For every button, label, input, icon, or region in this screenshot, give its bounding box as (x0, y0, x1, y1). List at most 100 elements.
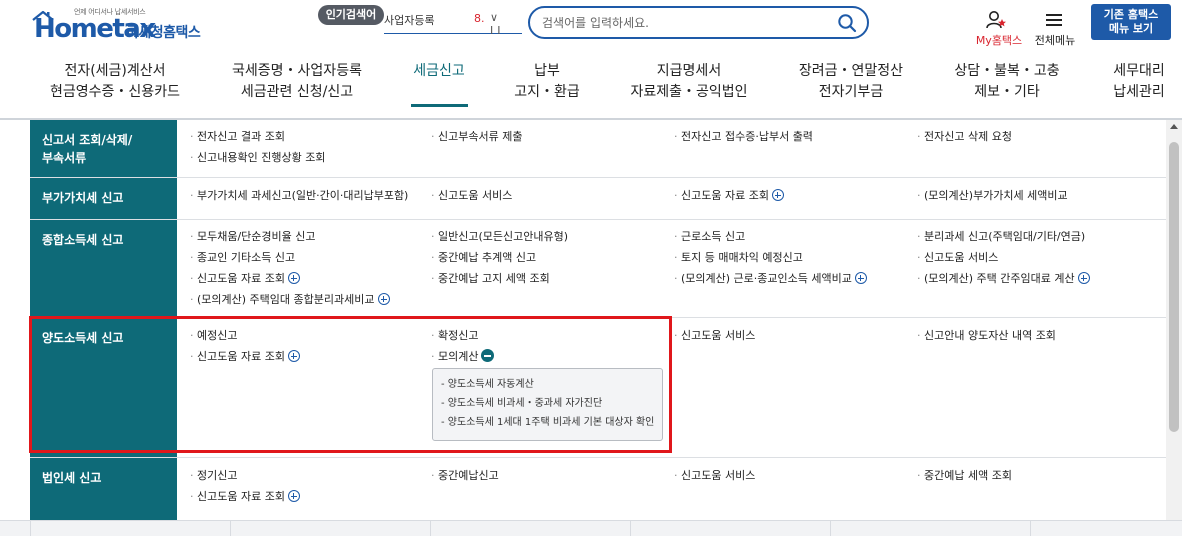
hometax-logo[interactable]: 언제 어디서나 납세서비스 Hometax 국세청홈택스 (30, 6, 205, 44)
gnb-label: 국세증명・사업자등록 (232, 63, 362, 79)
menu-link-label: (모의계산) 주택임대 종합분리과세비교 (197, 293, 375, 306)
gnb-e-invoice[interactable]: 전자(세금)계산서 현금영수증・신용카드 (50, 61, 180, 103)
popular-keyword[interactable]: 사업자등록 (384, 12, 435, 28)
expand-plus-icon[interactable] (377, 293, 390, 305)
menu-link[interactable]: 분리과세 신고(주택임대/기타/연금) (917, 226, 1085, 247)
red-highlight-box (29, 316, 672, 453)
roller-controls[interactable]: ∨ II (490, 11, 522, 37)
gnb-payment[interactable]: 납부 고지・환급 (505, 61, 589, 103)
user-star-icon (986, 11, 1006, 29)
myhometax-button[interactable]: My홈택스 (976, 10, 1022, 47)
row-heading: 부가가치세 신고 (30, 178, 177, 219)
gnb-label: 전자기부금 (818, 84, 884, 100)
top-header: 언제 어디서나 납세서비스 Hometax 국세청홈택스 인기검색어 사업자등록… (0, 0, 1182, 50)
row-heading: 법인세 신고 (30, 458, 177, 520)
search-box (528, 6, 869, 39)
gnb-label: 전자(세금)계산서 (64, 63, 166, 79)
popular-keyword-roller[interactable]: 사업자등록 8. ∨ II (384, 10, 522, 37)
menu-row-corporate-tax: 법인세 신고 정기신고 중간예납신고 신고도움 서비스 중간예납 세액 조회 신… (30, 458, 1166, 520)
expand-plus-icon[interactable] (287, 272, 300, 284)
gnb-label: 세금관련 신청/신고 (240, 84, 354, 100)
menu-link-expandable[interactable]: (모의계산) 주택 간주임대료 계산 (917, 268, 1090, 289)
menu-link[interactable]: 중간예납 세액 조회 (917, 465, 1012, 486)
menu-link-expandable[interactable]: (모의계산) 주택임대 종합분리과세비교 (190, 289, 390, 310)
popular-keywords-label: 인기검색어 (318, 5, 384, 25)
menu-link-expandable[interactable]: (모의계산) 근로·종교인소득 세액비교 (674, 268, 867, 289)
menu-link[interactable]: 전자신고 접수증·납부서 출력 (674, 126, 813, 147)
expand-plus-icon[interactable] (287, 490, 300, 502)
menu-link[interactable]: 신고도움 서비스 (431, 185, 512, 206)
main-navigation: 전자(세금)계산서 현금영수증・신용카드 국세증명・사업자등록 세금관련 신청/… (0, 50, 1182, 120)
expand-plus-icon[interactable] (1077, 272, 1090, 284)
gnb-label: 납부 (534, 63, 560, 79)
left-margin (0, 120, 30, 520)
scrollbar-thumb[interactable] (1169, 142, 1179, 432)
old-hometax-menu-button[interactable]: 기존 홈택스 메뉴 보기 (1091, 4, 1171, 40)
menu-link-label: (모의계산) 근로·종교인소득 세액비교 (681, 272, 852, 285)
gnb-payment-statement[interactable]: 지급명세서 자료제출・공익법인 (620, 61, 758, 103)
menu-link[interactable]: 신고도움 서비스 (674, 325, 755, 346)
menu-link[interactable]: 중간예납신고 (431, 465, 499, 486)
search-icon[interactable] (837, 13, 857, 33)
logo-subtitle: 국세청홈택스 (126, 25, 201, 41)
expand-plus-icon[interactable] (854, 272, 867, 284)
menu-link-label: (모의계산) 주택 간주임대료 계산 (924, 272, 1075, 285)
bottom-strip (0, 520, 1182, 536)
old-hometax-label-line1: 기존 홈택스 (1103, 8, 1159, 21)
menu-link-expandable[interactable]: 신고도움 자료 조회 (674, 185, 784, 206)
hometax-page: 언제 어디서나 납세서비스 Hometax 국세청홈택스 인기검색어 사업자등록… (0, 0, 1182, 536)
menu-link-expandable[interactable]: 신고도움 자료 조회 (190, 268, 300, 289)
gnb-consultation[interactable]: 상담・불복・고충 제보・기타 (946, 61, 1068, 103)
menu-link[interactable]: (모의계산)부가가치세 세액비교 (917, 185, 1068, 206)
menu-link[interactable]: 부가가치세 과세신고(일반·간이·대리납부포함) (190, 185, 408, 206)
menu-link[interactable]: 토지 등 매매차익 예정신고 (674, 247, 803, 268)
menu-link[interactable]: 근로소득 신고 (674, 226, 745, 247)
gnb-tax-agent[interactable]: 세무대리 납세관리 (1104, 61, 1174, 103)
all-menu-button[interactable]: 전체메뉴 (1031, 10, 1079, 47)
gnb-label: 상담・불복・고충 (954, 63, 1060, 79)
menu-row-vat: 부가가치세 신고 부가가치세 과세신고(일반·간이·대리납부포함) 신고도움 서… (30, 178, 1166, 220)
search-input[interactable] (542, 14, 822, 32)
menu-link-expandable[interactable]: 신고도움 자료 조회 (190, 486, 300, 507)
gnb-label: 납세관리 (1113, 84, 1165, 100)
menu-link[interactable]: 신고도움 서비스 (917, 247, 998, 268)
gnb-label: 지급명세서 (656, 63, 722, 79)
gnb-label: 제보・기타 (974, 84, 1040, 100)
popular-keyword-rank: 8. (474, 12, 485, 25)
menu-link[interactable]: 중간예납 추계액 신고 (431, 247, 536, 268)
gnb-tax-filing[interactable]: 세금신고 (404, 61, 474, 82)
expand-plus-icon[interactable] (771, 189, 784, 201)
menu-link[interactable]: 종교인 기타소득 신고 (190, 247, 295, 268)
menu-link-label: 신고도움 자료 조회 (197, 490, 285, 503)
menu-link[interactable]: 일반신고(모든신고안내유형) (431, 226, 568, 247)
all-menu-label: 전체메뉴 (1034, 34, 1076, 47)
active-tab-indicator (411, 104, 468, 107)
gnb-label: 세무대리 (1113, 63, 1165, 79)
menu-link-label: 신고도움 자료 조회 (681, 189, 769, 202)
menu-row-income-tax: 종합소득세 신고 모두채움/단순경비율 신고 일반신고(모든신고안내유형) 근로… (30, 220, 1166, 318)
menu-link[interactable]: 모두채움/단순경비율 신고 (190, 226, 316, 247)
hamburger-icon (1046, 14, 1062, 26)
gnb-incentives[interactable]: 장려금・연말정산 전자기부금 (790, 61, 912, 103)
menu-link[interactable]: 전자신고 삭제 요청 (917, 126, 1012, 147)
menu-link[interactable]: 신고안내 양도자산 내역 조회 (917, 325, 1056, 346)
gnb-label: 현금영수증・신용카드 (50, 84, 180, 100)
scroll-up-arrow-icon[interactable] (1170, 124, 1178, 129)
menu-row-return-lookup: 신고서 조회/삭제/ 부속서류 전자신고 결과 조회 신고부속서류 제출 전자신… (30, 120, 1166, 178)
gnb-label: 자료제출・공익법인 (630, 84, 748, 100)
gnb-label: 고지・환급 (514, 84, 580, 100)
vertical-scrollbar[interactable] (1166, 120, 1182, 520)
row-heading: 신고서 조회/삭제/ 부속서류 (30, 120, 177, 177)
gnb-certificates[interactable]: 국세증명・사업자등록 세금관련 신청/신고 (226, 61, 368, 103)
myhometax-label: My홈택스 (975, 34, 1023, 47)
menu-link[interactable]: 신고부속서류 제출 (431, 126, 522, 147)
old-hometax-label-line2: 메뉴 보기 (1108, 22, 1154, 35)
menu-link[interactable]: 전자신고 결과 조회 (190, 126, 285, 147)
row-heading: 종합소득세 신고 (30, 220, 177, 317)
menu-link-label: 신고도움 자료 조회 (197, 272, 285, 285)
menu-link[interactable]: 신고내용확인 진행상황 조회 (190, 147, 325, 168)
menu-link[interactable]: 중간예납 고지 세액 조회 (431, 268, 550, 289)
menu-link[interactable]: 정기신고 (190, 465, 237, 486)
gnb-label: 장려금・연말정산 (798, 63, 904, 79)
menu-link[interactable]: 신고도움 서비스 (674, 465, 755, 486)
